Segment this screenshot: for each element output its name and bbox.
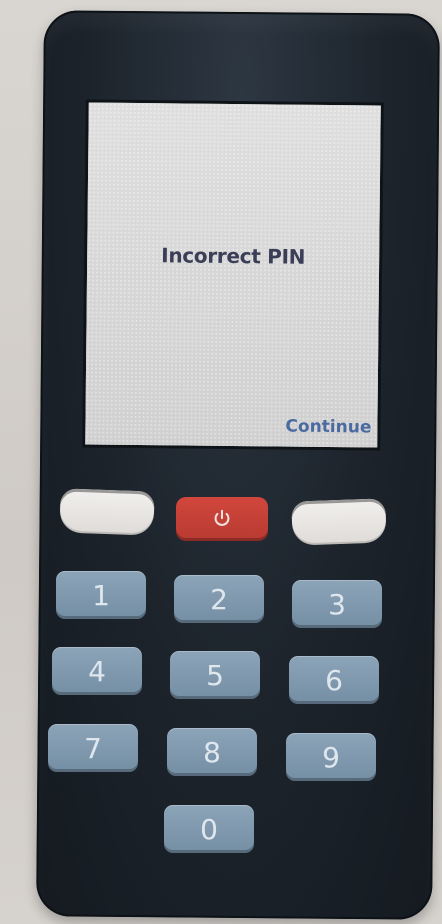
continue-softkey-label: Continue	[285, 416, 372, 438]
device-screen: Incorrect PIN Continue	[85, 102, 381, 448]
key-0[interactable]: 0	[164, 805, 254, 853]
key-8[interactable]: 8	[167, 728, 257, 776]
key-4[interactable]: 4	[52, 647, 142, 695]
power-icon	[214, 509, 230, 526]
key-9[interactable]: 9	[286, 733, 376, 781]
left-soft-key[interactable]	[59, 488, 155, 536]
key-5[interactable]: 5	[170, 651, 260, 699]
key-1[interactable]: 1	[56, 571, 146, 619]
error-message: Incorrect PIN	[161, 243, 306, 269]
key-2[interactable]: 2	[174, 575, 264, 623]
key-7[interactable]: 7	[48, 724, 138, 772]
key-3[interactable]: 3	[292, 580, 382, 628]
right-soft-key[interactable]	[291, 498, 387, 546]
power-button[interactable]	[176, 497, 268, 541]
key-6[interactable]: 6	[289, 656, 379, 704]
